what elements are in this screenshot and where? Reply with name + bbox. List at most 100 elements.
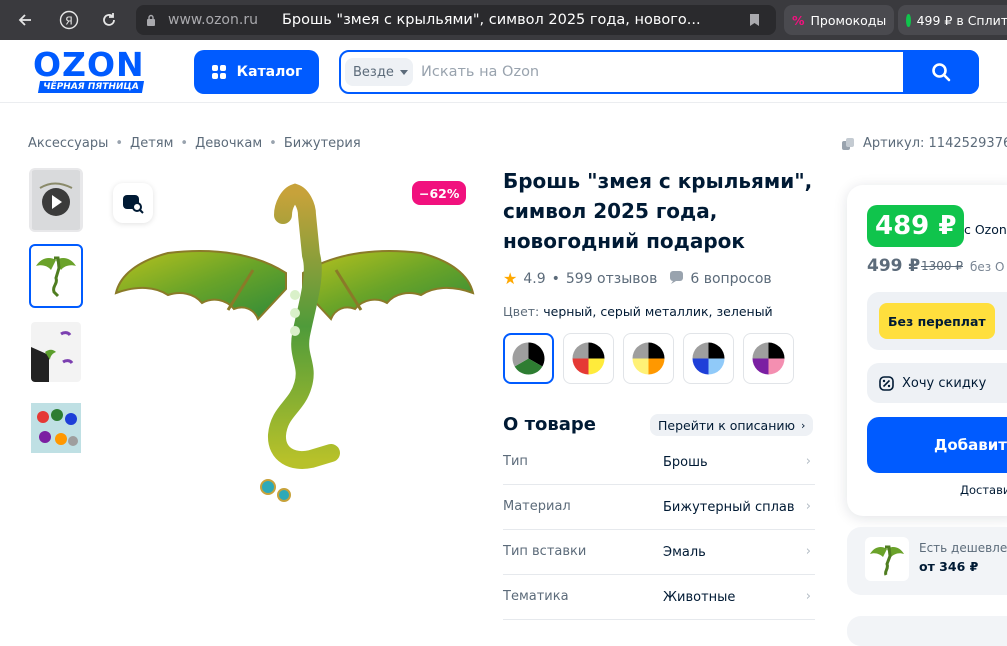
copy-icon — [842, 137, 854, 150]
property-row[interactable]: Тематика Животные › — [503, 575, 815, 620]
property-key: Тематика — [503, 589, 569, 604]
thumbnail-main[interactable] — [29, 244, 83, 308]
want-discount-button[interactable]: Хочу скидку — [867, 363, 1007, 403]
property-row[interactable]: Тип вставки Эмаль › — [503, 530, 815, 575]
promo-codes-button[interactable]: % Промокоды — [784, 5, 894, 35]
color-swatch[interactable] — [623, 333, 674, 384]
back-icon[interactable] — [8, 3, 42, 37]
swatch-segment — [572, 342, 589, 359]
property-key: Материал — [503, 499, 571, 514]
split-label: 499 ₽ в Сплит — [916, 12, 1007, 28]
color-value: черный, серый металлик, зеленый — [543, 304, 773, 319]
sku[interactable]: Артикул: 1142529376 — [841, 136, 1007, 151]
colors-thumbnail-image — [31, 403, 81, 453]
thumbnail-video[interactable] — [29, 168, 83, 232]
next-card — [847, 616, 1007, 646]
want-discount-label: Хочу скидку — [902, 375, 987, 391]
price-ozon-card: 489 ₽ — [867, 205, 965, 247]
add-to-cart-label: Добавить — [934, 436, 1007, 454]
swatch-segment — [752, 342, 769, 359]
color-swatch[interactable] — [683, 333, 734, 384]
search-scope-label: Везде — [353, 64, 394, 80]
chevron-down-icon — [399, 69, 408, 75]
chevron-right-icon: › — [805, 589, 811, 604]
search-bar: Везде — [339, 50, 979, 94]
worn-thumbnail-image — [31, 322, 81, 382]
search-input[interactable] — [421, 58, 891, 86]
properties-list: Тип Брошь › Материал Бижутерный сплав › Тип … — [503, 440, 815, 620]
reviews-link[interactable]: 599 отзывов — [566, 271, 657, 287]
delivery-text: Достави — [960, 483, 1007, 497]
questions-link[interactable]: 6 вопросов — [690, 271, 771, 287]
go-to-description-label: Перейти к описанию — [658, 417, 796, 433]
grid-icon — [211, 65, 226, 79]
product-main-image[interactable] — [108, 175, 480, 535]
color-swatch[interactable] — [743, 333, 794, 384]
property-row[interactable]: Тип Брошь › — [503, 440, 815, 485]
split-button[interactable]: 499 ₽ в Сплит — [898, 5, 1007, 35]
address-domain: www.ozon.ru — [168, 12, 258, 28]
color-label: Цвет: — [503, 304, 540, 319]
property-row[interactable]: Материал Бижутерный сплав › — [503, 485, 815, 530]
page-title-tab: Брошь "змея с крыльями", символ 2025 год… — [281, 12, 701, 28]
color-swatch[interactable] — [503, 333, 554, 384]
cheaper-line2: от 346 ₽ — [919, 559, 979, 574]
search-icon — [932, 63, 951, 82]
price-without-label: без О — [970, 260, 1005, 274]
promo-label: Промокоды — [810, 12, 887, 28]
chevron-right-icon: › — [801, 418, 806, 432]
lock-icon — [147, 14, 155, 26]
split-icon — [906, 13, 911, 27]
chevron-right-icon: › — [805, 499, 811, 514]
reload-icon[interactable] — [92, 3, 126, 37]
property-key: Тип — [503, 454, 528, 469]
property-key: Тип вставки — [503, 544, 587, 559]
go-to-description-button[interactable]: Перейти к описанию › — [650, 414, 814, 436]
swatch-segment — [768, 358, 785, 375]
swatch-circle — [512, 342, 545, 375]
property-value: Бижутерный сплав — [663, 500, 795, 515]
breadcrumb-item[interactable]: Детям — [130, 136, 173, 151]
search-scope-select[interactable]: Везде — [345, 58, 413, 86]
cheaper-line1: Есть дешевле — [919, 541, 1007, 555]
swatch-segment — [708, 358, 725, 375]
breadcrumb-item[interactable]: Аксессуары — [28, 136, 108, 151]
search-button[interactable] — [903, 50, 979, 94]
swatch-segment — [648, 342, 665, 359]
sku-text: Артикул: 1142529376 — [863, 136, 1007, 151]
swatch-segment — [632, 358, 649, 375]
swatch-circle — [572, 342, 605, 375]
swatch-segment — [632, 342, 649, 359]
color-swatch[interactable] — [563, 333, 614, 384]
property-value: Эмаль — [663, 545, 706, 560]
property-value: Брошь — [663, 455, 708, 470]
breadcrumb-item[interactable]: Девочкам — [195, 136, 262, 151]
about-heading: О товаре — [503, 414, 596, 435]
swatch-circle — [632, 342, 665, 375]
breadcrumb: Аксессуары • Детям • Девочкам • Бижутерия — [28, 136, 361, 151]
price-ozon-card-label: с Ozon — [964, 222, 1007, 237]
swatch-segment — [692, 342, 709, 359]
catalog-label: Каталог — [236, 64, 303, 80]
cheaper-offer-image — [865, 537, 909, 581]
price-old: 1300 ₽ — [921, 259, 963, 273]
breadcrumb-item[interactable]: Бижутерия — [284, 136, 361, 151]
price-regular: 499 ₽ — [867, 256, 921, 276]
thumbnail-worn[interactable] — [29, 320, 83, 384]
bookmark-icon[interactable] — [749, 13, 760, 27]
add-to-cart-button[interactable]: Добавить — [867, 417, 1007, 473]
cheaper-offer[interactable]: Есть дешевле от 346 ₽ — [847, 527, 1007, 595]
ozon-logo[interactable]: OZON ЧЁРНАЯ ПЯТНИЦА — [33, 48, 151, 93]
thumbnail-colors[interactable] — [29, 396, 83, 460]
video-thumbnail-image — [32, 170, 80, 230]
rating-row[interactable]: ★ 4.9 • 599 отзывов 6 вопросов — [503, 269, 772, 288]
question-icon — [669, 270, 684, 288]
image-search-button[interactable] — [113, 183, 153, 223]
star-icon: ★ — [503, 269, 518, 288]
address-bar[interactable]: www.ozon.ru Брошь "змея с крыльями", сим… — [136, 5, 776, 35]
swatch-circle — [752, 342, 785, 375]
swatch-segment — [692, 358, 709, 375]
installment-block[interactable]: Без переплат в С на — [867, 292, 1007, 350]
yandex-icon[interactable]: Я — [52, 3, 86, 37]
catalog-button[interactable]: Каталог — [194, 50, 319, 94]
